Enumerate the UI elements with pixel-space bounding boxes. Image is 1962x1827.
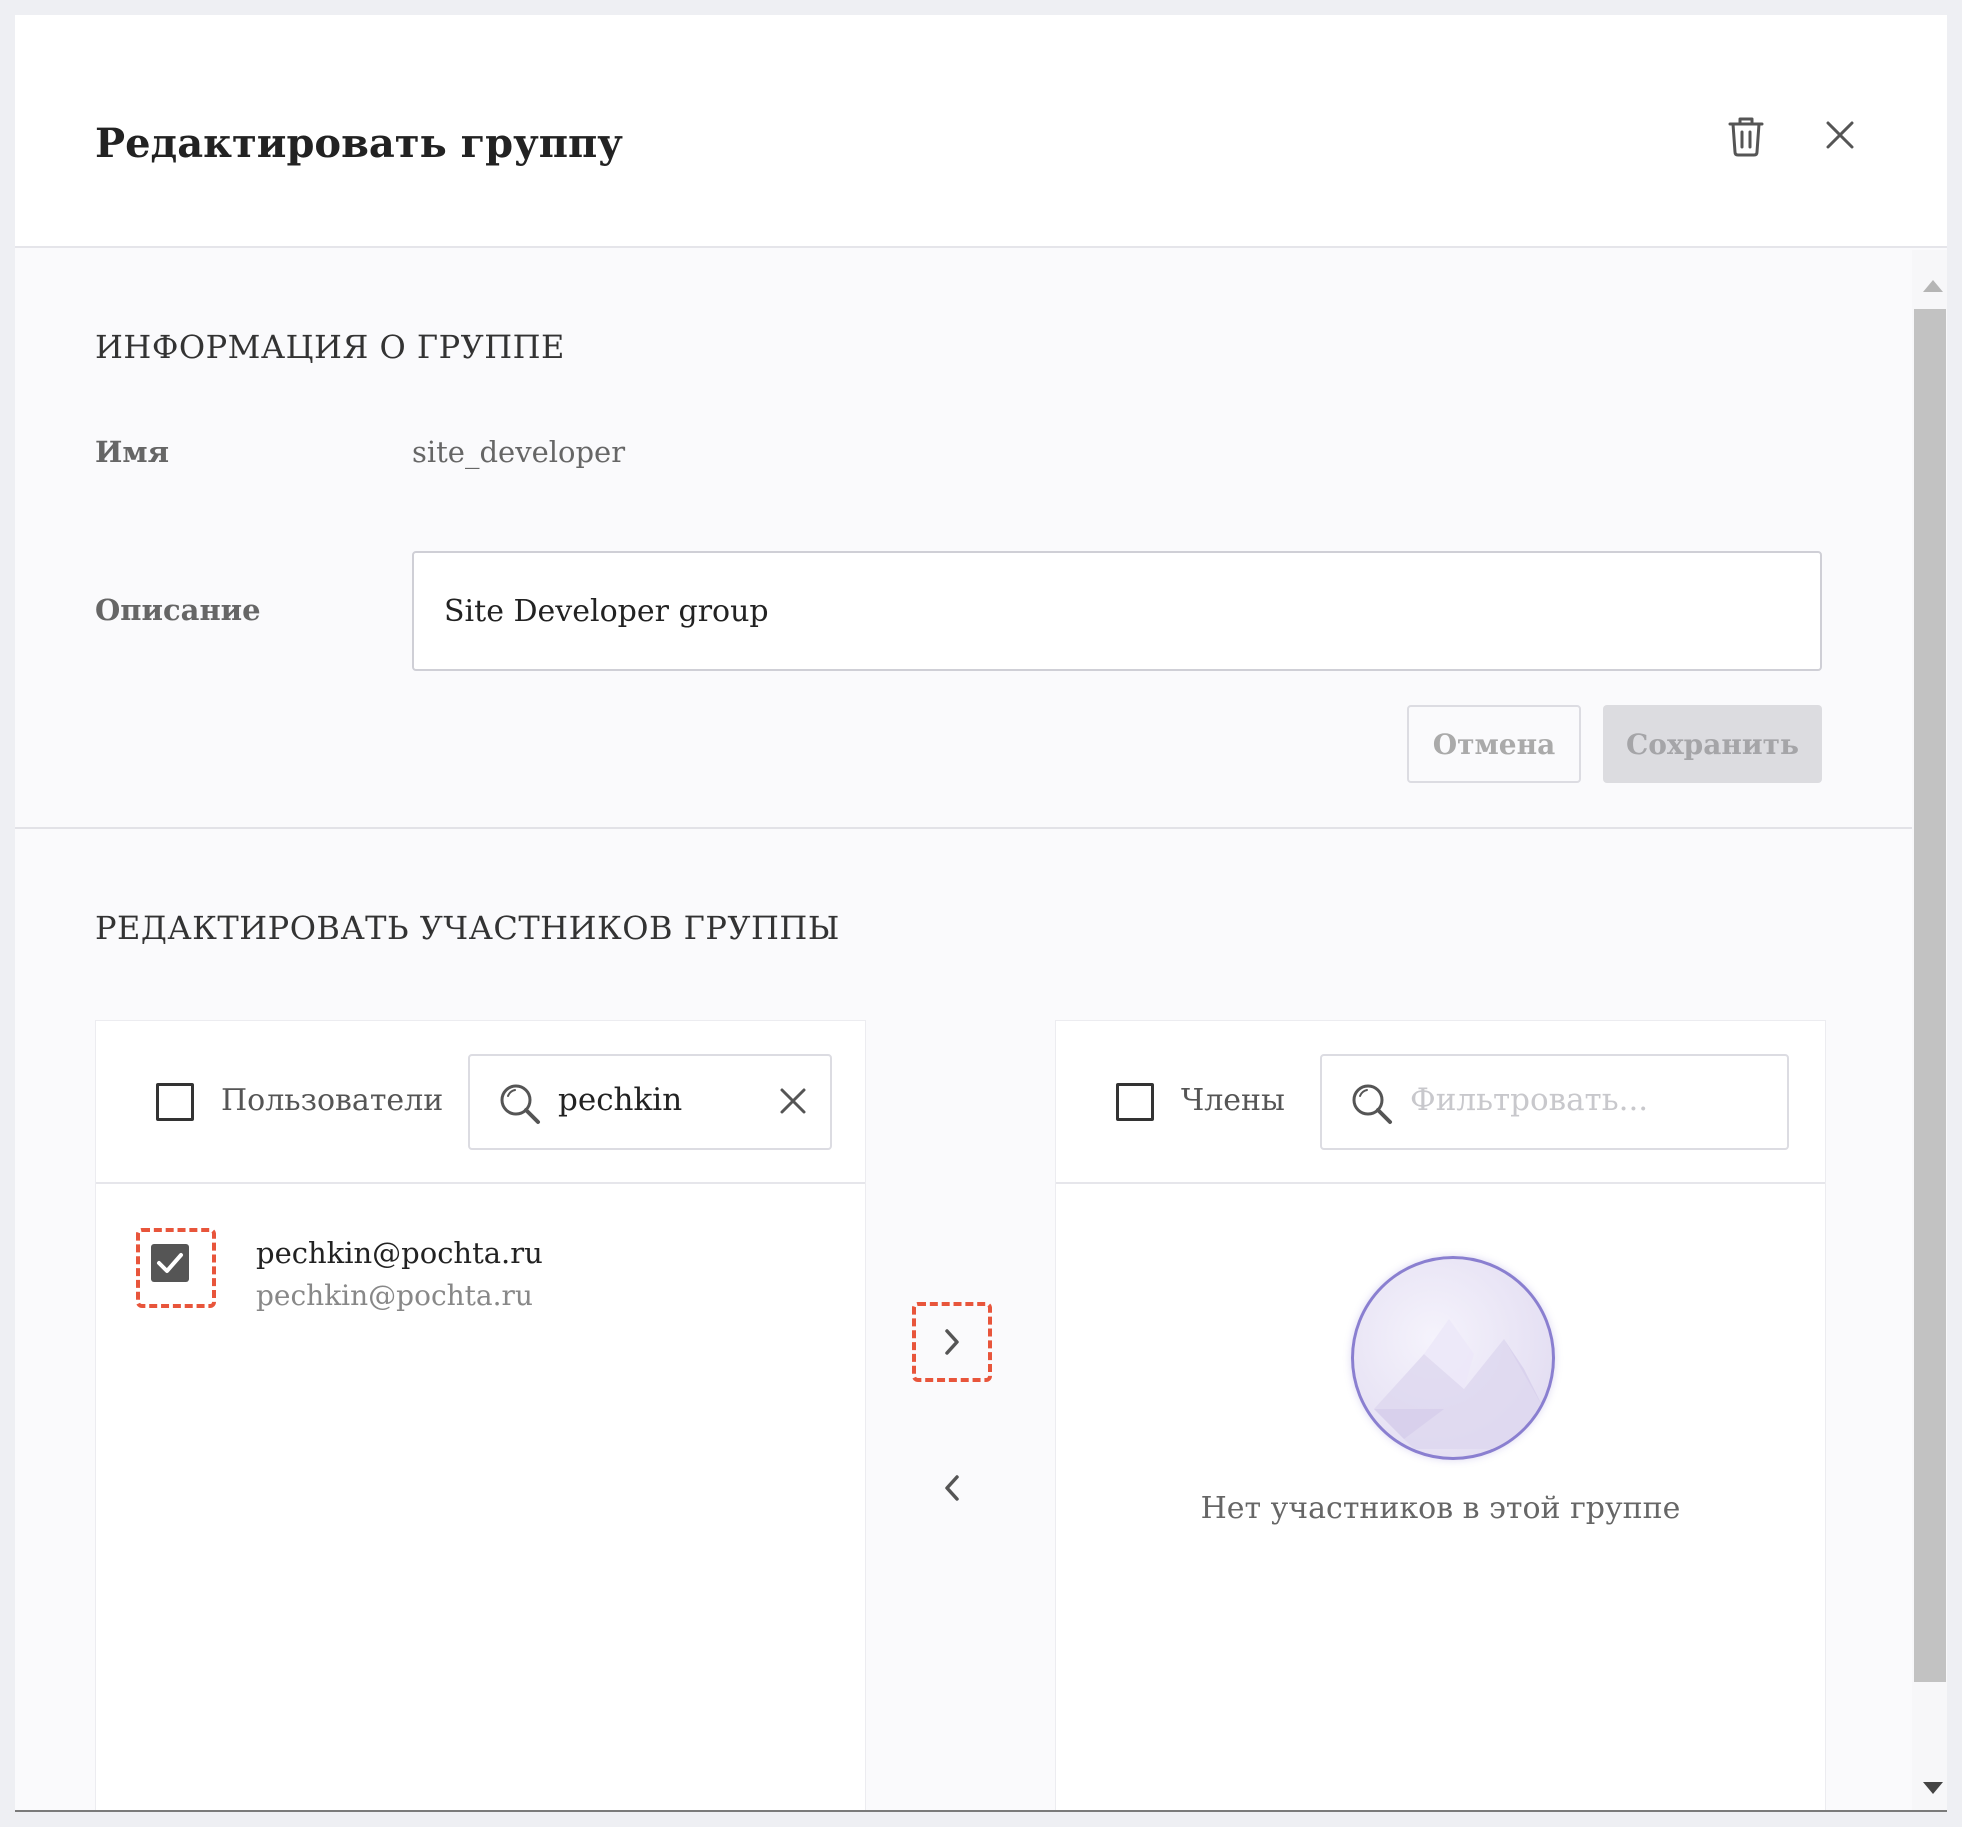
user-name: pechkin@pochta.ru xyxy=(256,1236,543,1270)
empty-state-illustration xyxy=(1351,1256,1555,1460)
list-item[interactable]: pechkin@pochta.ru pechkin@pochta.ru xyxy=(96,1206,865,1312)
search-icon xyxy=(498,1082,542,1130)
section-divider xyxy=(15,827,1912,829)
dialog-title: Редактировать группу xyxy=(95,120,623,167)
dialog-header: Редактировать группу xyxy=(15,15,1947,248)
trash-icon[interactable] xyxy=(1718,107,1774,163)
user-checkbox-checked[interactable] xyxy=(151,1244,189,1282)
checkmark-icon xyxy=(157,1253,183,1273)
members-filter-input[interactable]: Фильтровать... xyxy=(1320,1054,1789,1150)
empty-members-text: Нет участников в этой группе xyxy=(1200,1491,1681,1526)
edit-group-dialog: Редактировать группу ИНФОРМАЦИЯ О ГРУППЕ… xyxy=(15,15,1947,1812)
vertical-scrollbar[interactable] xyxy=(1912,250,1947,1810)
move-right-button[interactable] xyxy=(922,1312,982,1372)
members-panel: Члены Фильтровать... Нет участников в эт… xyxy=(1055,1020,1826,1810)
members-section-title: РЕДАКТИРОВАТЬ УЧАСТНИКОВ ГРУППЫ xyxy=(95,909,840,947)
users-panel-header: Пользователи pechkin xyxy=(96,1021,865,1184)
cancel-button[interactable]: Отмена xyxy=(1407,705,1581,783)
select-all-members-checkbox[interactable] xyxy=(1116,1083,1154,1121)
clear-search-icon[interactable] xyxy=(776,1084,810,1122)
members-filter-placeholder: Фильтровать... xyxy=(1410,1082,1649,1118)
user-email: pechkin@pochta.ru xyxy=(256,1279,533,1312)
group-info-title: ИНФОРМАЦИЯ О ГРУППЕ xyxy=(95,328,565,366)
scroll-down-arrow[interactable] xyxy=(1923,1782,1943,1794)
close-icon[interactable] xyxy=(1812,107,1868,163)
description-field[interactable]: Site Developer group xyxy=(412,551,1822,671)
users-search-value: pechkin xyxy=(558,1082,683,1118)
chevron-right-icon xyxy=(945,1329,959,1355)
users-search-input[interactable]: pechkin xyxy=(468,1054,832,1150)
search-icon xyxy=(1350,1082,1394,1130)
description-value: Site Developer group xyxy=(444,593,769,629)
scroll-up-arrow[interactable] xyxy=(1923,280,1943,292)
scroll-thumb[interactable] xyxy=(1914,309,1946,1682)
move-left-button[interactable] xyxy=(922,1458,982,1518)
select-all-users-checkbox[interactable] xyxy=(156,1083,194,1121)
description-label: Описание xyxy=(95,593,261,627)
members-label: Члены xyxy=(1181,1083,1285,1118)
users-panel: Пользователи pechkin pechkin@pochta.ru p… xyxy=(95,1020,866,1810)
save-button[interactable]: Сохранить xyxy=(1603,705,1822,783)
name-label: Имя xyxy=(95,435,170,469)
members-panel-header: Члены Фильтровать... xyxy=(1056,1021,1825,1184)
users-label: Пользователи xyxy=(221,1083,444,1118)
name-value: site_developer xyxy=(412,435,626,469)
chevron-left-icon xyxy=(945,1475,959,1501)
